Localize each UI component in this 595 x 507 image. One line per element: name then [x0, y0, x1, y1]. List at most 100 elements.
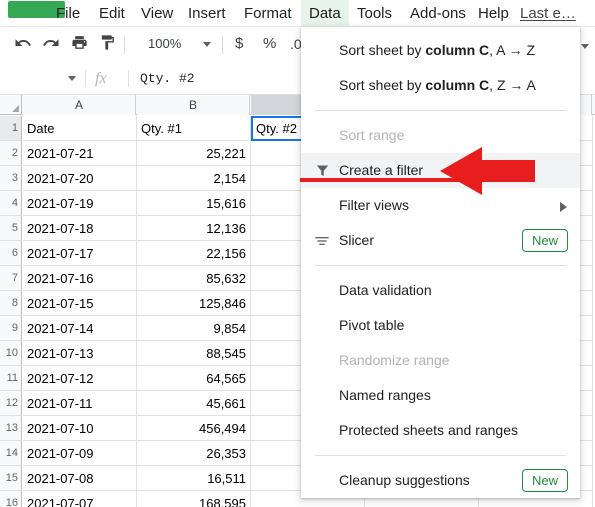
- grid-cell[interactable]: 22,156: [137, 241, 251, 266]
- toolbar-overflow-icon[interactable]: [581, 44, 589, 49]
- menu-item-randomize-range: Randomize range: [339, 352, 450, 368]
- grid-cell[interactable]: 45,661: [137, 391, 251, 416]
- formulabar-divider-2: [128, 70, 129, 87]
- row-header[interactable]: 10: [0, 341, 22, 366]
- menu-item-slicer[interactable]: Slicer New: [301, 223, 580, 258]
- decrease-decimal-button[interactable]: .0: [290, 32, 302, 56]
- grid-cell[interactable]: 26,353: [137, 441, 251, 466]
- grid-cell[interactable]: 2021-07-13: [23, 341, 137, 366]
- zoom-chevron-down-icon[interactable]: [203, 42, 211, 47]
- menu-item-cleanup-suggestions[interactable]: Cleanup suggestions New: [301, 463, 580, 498]
- grid-cell[interactable]: 9,854: [137, 316, 251, 341]
- grid-cell[interactable]: 16,511: [137, 466, 251, 491]
- grid-cell[interactable]: 2021-07-17: [23, 241, 137, 266]
- grid-cell[interactable]: 64,565: [137, 366, 251, 391]
- select-all-corner[interactable]: [0, 95, 22, 115]
- menu-divider-2: [315, 265, 566, 266]
- menu-help[interactable]: Help: [470, 0, 517, 27]
- print-icon[interactable]: [68, 34, 90, 56]
- currency-format-button[interactable]: $: [235, 32, 243, 56]
- row-header[interactable]: 8: [0, 291, 22, 316]
- menu-tools[interactable]: Tools: [349, 0, 400, 27]
- fx-icon: fx: [95, 70, 107, 87]
- last-edit-label[interactable]: Last e…: [520, 0, 576, 27]
- grid-cell[interactable]: 456,494: [137, 416, 251, 441]
- sort-za-prefix: Sort sheet by: [339, 77, 426, 93]
- grid-cell[interactable]: 2021-07-21: [23, 141, 137, 166]
- annotation-arrow-icon: [440, 147, 535, 195]
- grid-cell[interactable]: 2021-07-10: [23, 416, 137, 441]
- undo-icon[interactable]: [12, 34, 34, 56]
- menu-addons[interactable]: Add-ons: [402, 0, 474, 27]
- menu-edit[interactable]: Edit: [91, 0, 133, 27]
- paint-format-icon[interactable]: [96, 34, 118, 56]
- row-header[interactable]: 16: [0, 491, 22, 507]
- percent-format-button[interactable]: %: [263, 32, 276, 56]
- grid-cell[interactable]: 2021-07-18: [23, 216, 137, 241]
- toolbar-divider-1: [124, 36, 125, 54]
- menu-bar: File Edit View Insert Format Data Tools …: [0, 0, 595, 27]
- grid-cell[interactable]: 2021-07-15: [23, 291, 137, 316]
- row-header[interactable]: 1: [0, 116, 22, 141]
- column-header-a[interactable]: A: [23, 95, 136, 115]
- grid-cell[interactable]: 2,154: [137, 166, 251, 191]
- data-menu-dropdown: Sort sheet by column C, A → Z Sort sheet…: [301, 27, 580, 498]
- row-header[interactable]: 5: [0, 216, 22, 241]
- grid-cell[interactable]: 2021-07-09: [23, 441, 137, 466]
- menu-item-pivot-table[interactable]: Pivot table: [301, 308, 580, 343]
- slicer-icon: [313, 223, 331, 258]
- grid-cell[interactable]: 168,595: [137, 491, 251, 507]
- menu-item-protected-sheets-and-ranges[interactable]: Protected sheets and ranges: [301, 413, 580, 448]
- menu-item-sort-sheet-az[interactable]: Sort sheet by column C, A → Z: [301, 33, 580, 68]
- sort-az-prefix: Sort sheet by: [339, 42, 426, 58]
- column-header-b[interactable]: B: [137, 95, 250, 115]
- grid-cell[interactable]: 2021-07-11: [23, 391, 137, 416]
- row-header[interactable]: 13: [0, 416, 22, 441]
- row-header[interactable]: 4: [0, 191, 22, 216]
- menu-item-data-validation[interactable]: Data validation: [301, 273, 580, 308]
- menu-format[interactable]: Format: [236, 0, 300, 27]
- grid-cell[interactable]: 2021-07-07: [23, 491, 137, 507]
- filter-icon: [313, 153, 331, 188]
- submenu-arrow-icon: [560, 202, 567, 212]
- row-header[interactable]: 11: [0, 366, 22, 391]
- menu-item-sort-sheet-za[interactable]: Sort sheet by column C, Z → A: [301, 68, 580, 103]
- grid-cell[interactable]: Qty. #1: [137, 116, 251, 141]
- menu-item-named-ranges[interactable]: Named ranges: [301, 378, 580, 413]
- redo-icon[interactable]: [40, 34, 62, 56]
- grid-cell[interactable]: 2021-07-12: [23, 366, 137, 391]
- menu-data[interactable]: Data: [301, 0, 349, 27]
- grid-cell[interactable]: 125,846: [137, 291, 251, 316]
- row-header[interactable]: 9: [0, 316, 22, 341]
- row-header[interactable]: 7: [0, 266, 22, 291]
- cleanup-new-badge: New: [521, 469, 568, 492]
- formula-input[interactable]: Qty. #2: [140, 70, 195, 88]
- grid-cell[interactable]: Date: [23, 116, 137, 141]
- google-sheets-window: File Edit View Insert Format Data Tools …: [0, 0, 595, 507]
- grid-cell[interactable]: 15,616: [137, 191, 251, 216]
- zoom-level-value[interactable]: 100%: [148, 32, 181, 56]
- grid-cell[interactable]: 2021-07-16: [23, 266, 137, 291]
- row-header[interactable]: 2: [0, 141, 22, 166]
- row-header[interactable]: 6: [0, 241, 22, 266]
- cleanup-suggestions-label: Cleanup suggestions: [339, 472, 470, 488]
- row-header[interactable]: 15: [0, 466, 22, 491]
- menu-insert[interactable]: Insert: [180, 0, 234, 27]
- grid-cell[interactable]: 2021-07-19: [23, 191, 137, 216]
- slicer-label: Slicer: [339, 232, 375, 248]
- grid-cell[interactable]: 2021-07-08: [23, 466, 137, 491]
- menu-file[interactable]: File: [48, 0, 88, 27]
- grid-cell[interactable]: 2021-07-20: [23, 166, 137, 191]
- row-header[interactable]: 3: [0, 166, 22, 191]
- row-header[interactable]: 12: [0, 391, 22, 416]
- grid-cell[interactable]: 88,545: [137, 341, 251, 366]
- grid-cell[interactable]: 85,632: [137, 266, 251, 291]
- sort-za-suffix: , Z → A: [489, 77, 536, 93]
- grid-cell[interactable]: 25,221: [137, 141, 251, 166]
- grid-cell[interactable]: 12,136: [137, 216, 251, 241]
- grid-cell[interactable]: 2021-07-14: [23, 316, 137, 341]
- name-box-chevron-down-icon[interactable]: [68, 76, 76, 81]
- create-a-filter-label: Create a filter: [339, 162, 424, 178]
- menu-view[interactable]: View: [133, 0, 181, 27]
- row-header[interactable]: 14: [0, 441, 22, 466]
